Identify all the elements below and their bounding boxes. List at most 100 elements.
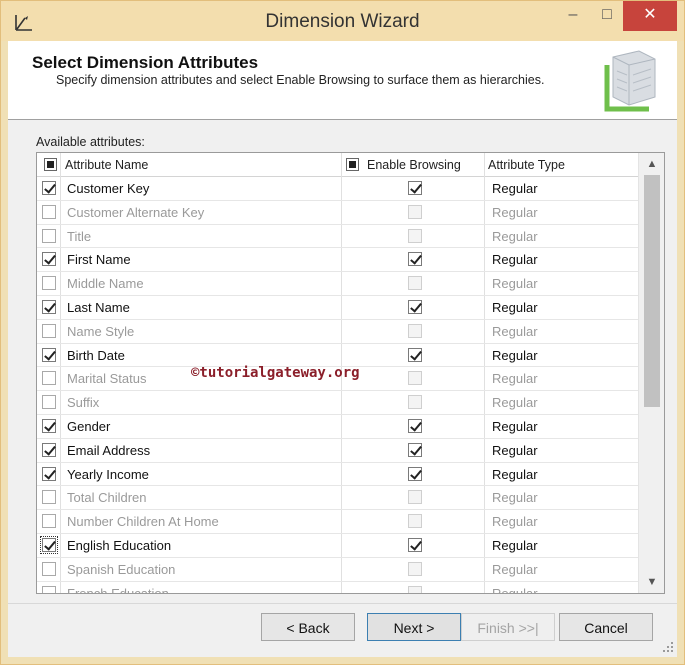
attribute-type[interactable]: Regular xyxy=(492,419,538,434)
attribute-checkbox[interactable] xyxy=(42,181,56,195)
attribute-checkbox[interactable] xyxy=(42,347,56,362)
wizard-body: Select Dimension Attributes Specify dime… xyxy=(8,41,677,657)
column-header-attribute-type[interactable]: Attribute Type xyxy=(488,158,565,172)
attribute-checkbox[interactable] xyxy=(42,299,56,314)
chevron-up-icon[interactable]: ▲ xyxy=(639,153,664,175)
enable-browsing-checkbox[interactable] xyxy=(408,537,422,552)
watermark-text: ©tutorialgateway.org xyxy=(191,365,360,381)
attribute-checkbox[interactable] xyxy=(42,228,56,243)
attribute-type[interactable]: Regular xyxy=(492,276,538,291)
page-title: Select Dimension Attributes xyxy=(32,53,259,72)
attribute-checkbox[interactable] xyxy=(42,561,56,576)
maximize-button[interactable]: □ xyxy=(590,1,624,31)
attribute-name: Title xyxy=(67,228,92,244)
wizard-header: Select Dimension Attributes Specify dime… xyxy=(8,41,677,120)
cancel-button[interactable]: Cancel xyxy=(559,613,653,641)
title-bar[interactable]: Dimension Wizard – □ ✕ xyxy=(1,1,684,41)
attribute-checkbox[interactable] xyxy=(42,323,56,338)
table-row[interactable]: Customer Key Regular xyxy=(37,177,638,201)
enable-browsing-checkbox[interactable] xyxy=(408,395,422,410)
enable-all-browsing-checkbox[interactable] xyxy=(346,158,359,171)
attribute-type[interactable]: Regular xyxy=(492,371,538,386)
table-row[interactable]: Spanish Education Regular xyxy=(37,558,638,582)
table-row[interactable]: Suffix Regular xyxy=(37,391,638,415)
attribute-checkbox[interactable] xyxy=(42,442,56,457)
attribute-type[interactable]: Regular xyxy=(492,229,538,244)
attribute-checkbox[interactable] xyxy=(42,252,56,267)
enable-browsing-checkbox[interactable] xyxy=(408,228,422,243)
attribute-checkbox[interactable] xyxy=(42,466,56,481)
enable-browsing-checkbox[interactable] xyxy=(408,347,422,362)
enable-browsing-checkbox[interactable] xyxy=(408,514,422,529)
column-header-enable-browsing[interactable]: Enable Browsing xyxy=(367,158,461,172)
enable-browsing-checkbox[interactable] xyxy=(408,442,422,457)
attribute-checkbox[interactable] xyxy=(42,418,56,433)
scrollbar-thumb[interactable] xyxy=(644,175,660,407)
table-row[interactable]: French Education Regular xyxy=(37,582,638,593)
attribute-name: Birth Date xyxy=(67,347,125,363)
vertical-scrollbar[interactable]: ▲ ▼ xyxy=(638,153,664,593)
chevron-down-icon[interactable]: ▼ xyxy=(639,571,664,593)
attribute-type[interactable]: Regular xyxy=(492,490,538,505)
table-row[interactable]: English Education Regular xyxy=(37,534,638,558)
table-row[interactable]: Total Children Regular xyxy=(37,486,638,511)
attribute-type[interactable]: Regular xyxy=(492,395,538,410)
back-button[interactable]: < Back xyxy=(261,613,355,641)
attribute-checkbox[interactable] xyxy=(40,535,58,554)
next-button[interactable]: Next > xyxy=(367,613,461,641)
enable-browsing-checkbox[interactable] xyxy=(408,418,422,433)
table-row[interactable]: Customer Alternate Key Regular xyxy=(37,201,638,225)
attribute-name: Email Address xyxy=(67,442,151,458)
attribute-type[interactable]: Regular xyxy=(492,300,538,315)
finish-button[interactable]: Finish >>| xyxy=(461,613,555,641)
attribute-checkbox[interactable] xyxy=(42,276,56,291)
attribute-checkbox[interactable] xyxy=(42,490,56,505)
minimize-button[interactable]: – xyxy=(556,1,590,31)
table-row[interactable]: Email Address Regular xyxy=(37,439,638,463)
attribute-type[interactable]: Regular xyxy=(492,205,538,220)
table-row[interactable]: Number Children At Home Regular xyxy=(37,510,638,534)
enable-browsing-checkbox[interactable] xyxy=(408,299,422,314)
table-row[interactable]: Birth Date Regular xyxy=(37,344,638,368)
attribute-checkbox[interactable] xyxy=(42,204,56,219)
enable-browsing-checkbox[interactable] xyxy=(408,466,422,481)
attribute-name: Gender xyxy=(67,418,111,434)
enable-browsing-checkbox[interactable] xyxy=(408,323,422,338)
attribute-checkbox[interactable] xyxy=(42,514,56,529)
enable-browsing-checkbox[interactable] xyxy=(408,252,422,267)
table-row[interactable]: First Name Regular xyxy=(37,248,638,273)
table-row[interactable]: Middle Name Regular xyxy=(37,272,638,296)
attribute-type[interactable]: Regular xyxy=(492,562,538,577)
column-header-attribute-name[interactable]: Attribute Name xyxy=(65,158,148,172)
table-row[interactable]: Name Style Regular xyxy=(37,320,638,344)
table-row[interactable]: Last Name Regular xyxy=(37,296,638,320)
enable-browsing-checkbox[interactable] xyxy=(408,276,422,291)
attribute-type[interactable]: Regular xyxy=(492,324,538,339)
attribute-name: Name Style xyxy=(67,323,135,339)
enable-browsing-checkbox[interactable] xyxy=(408,204,422,219)
table-row[interactable]: Yearly Income Regular xyxy=(37,463,638,487)
attribute-name: Spanish Education xyxy=(67,561,176,577)
enable-browsing-checkbox[interactable] xyxy=(408,181,422,195)
attribute-type[interactable]: Regular xyxy=(492,514,538,529)
close-button[interactable]: ✕ xyxy=(623,1,677,31)
attribute-type[interactable]: Regular xyxy=(492,586,538,593)
enable-browsing-checkbox[interactable] xyxy=(408,371,422,386)
table-row[interactable]: Title Regular xyxy=(37,225,638,249)
attribute-type[interactable]: Regular xyxy=(492,181,538,196)
table-row[interactable]: Gender Regular xyxy=(37,415,638,439)
attribute-checkbox[interactable] xyxy=(42,371,56,386)
attribute-type[interactable]: Regular xyxy=(492,348,538,363)
attribute-checkbox[interactable] xyxy=(42,395,56,410)
attribute-type[interactable]: Regular xyxy=(492,443,538,458)
enable-browsing-checkbox[interactable] xyxy=(408,585,422,593)
resize-grip-icon[interactable] xyxy=(662,641,674,653)
enable-browsing-checkbox[interactable] xyxy=(408,561,422,576)
attribute-type[interactable]: Regular xyxy=(492,538,538,553)
attribute-type[interactable]: Regular xyxy=(492,252,538,267)
attribute-name: Suffix xyxy=(67,395,100,411)
attribute-type[interactable]: Regular xyxy=(492,467,538,482)
attribute-checkbox[interactable] xyxy=(42,585,56,593)
enable-browsing-checkbox[interactable] xyxy=(408,490,422,505)
select-all-checkbox[interactable] xyxy=(44,158,57,171)
